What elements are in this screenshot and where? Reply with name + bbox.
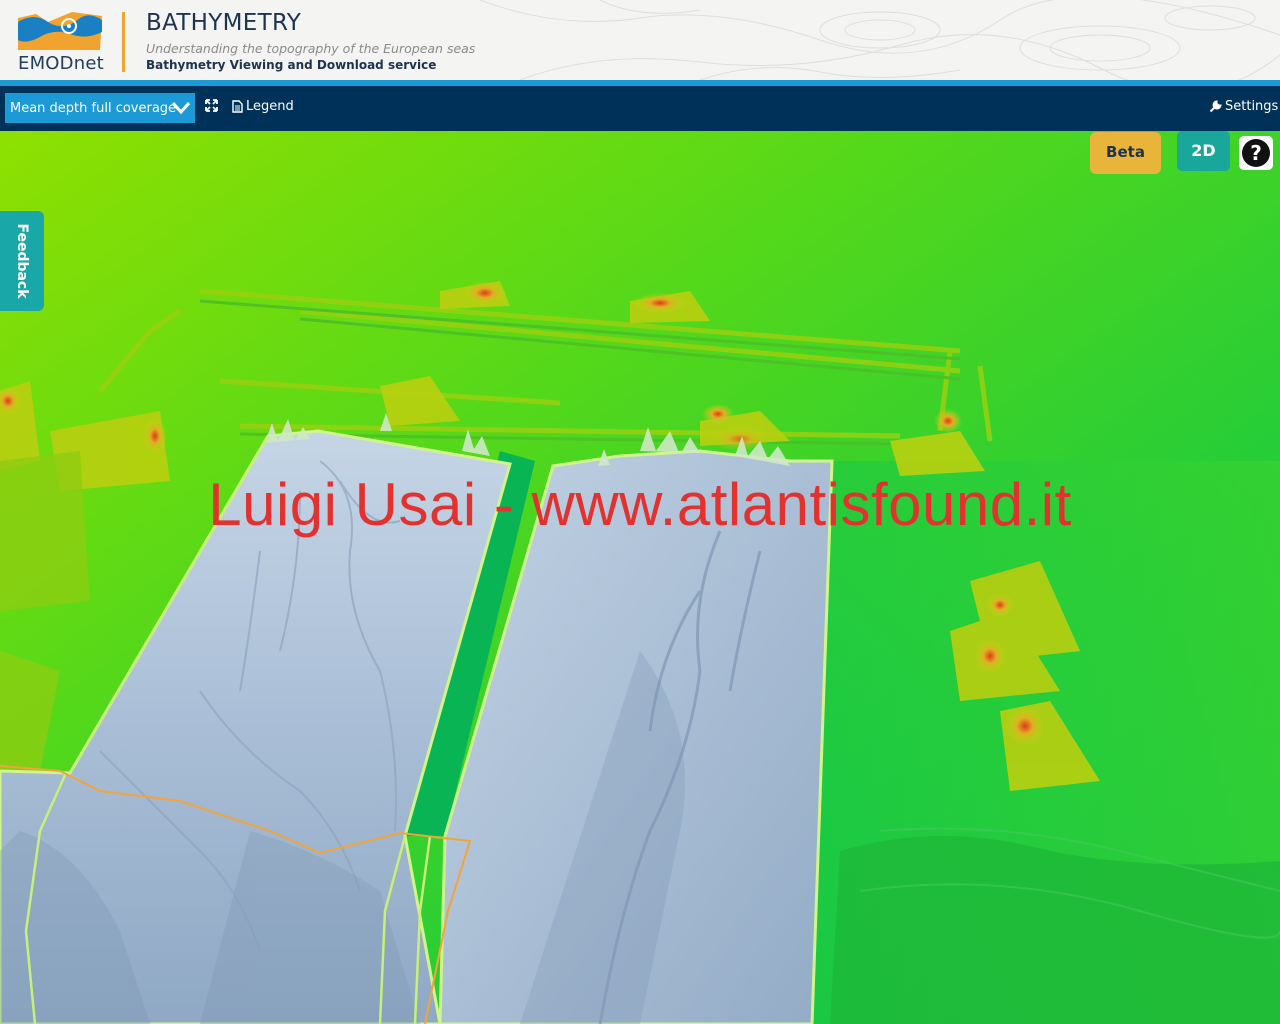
layer-select-value: Mean depth full coverage — [10, 101, 177, 116]
question-icon: ? — [1242, 139, 1270, 167]
settings-label: Settings — [1225, 99, 1279, 114]
legend-label: Legend — [246, 99, 294, 114]
feedback-label: Feedback — [14, 223, 30, 299]
wrench-icon — [1209, 100, 1222, 113]
emodnet-logo[interactable]: EMODnet — [14, 10, 106, 76]
logo-text: EMODnet — [18, 53, 104, 74]
help-button[interactable]: ? — [1239, 136, 1273, 170]
bathymetry-terrain — [0, 131, 1280, 1024]
layer-select[interactable]: Mean depth full coverage — [5, 93, 195, 123]
watermark-text: Luigi Usai - www.atlantisfound.it — [208, 471, 1072, 538]
fullscreen-button[interactable] — [205, 99, 218, 112]
feedback-tab[interactable]: Feedback — [0, 211, 44, 311]
app-subtitle: Understanding the topography of the Euro… — [146, 41, 476, 56]
service-title: Bathymetry Viewing and Download service — [146, 58, 437, 72]
legend-button[interactable]: Legend — [232, 99, 294, 114]
header-divider — [122, 12, 125, 72]
document-icon — [232, 100, 243, 113]
map-toolbar: Mean depth full coverage Legend Settings — [0, 86, 1280, 131]
app-title: BATHYMETRY — [146, 10, 302, 36]
logo-mark-icon — [18, 12, 102, 50]
app-header: EMODnet BATHYMETRY Understanding the top… — [0, 0, 1280, 80]
chevron-down-icon — [171, 102, 191, 115]
beta-button[interactable]: Beta — [1090, 132, 1161, 174]
view-mode-2d-button[interactable]: 2D — [1177, 131, 1230, 171]
expand-icon — [205, 99, 218, 112]
map-viewport[interactable]: Luigi Usai - www.atlantisfound.it — [0, 131, 1280, 1024]
settings-button[interactable]: Settings — [1209, 99, 1278, 114]
